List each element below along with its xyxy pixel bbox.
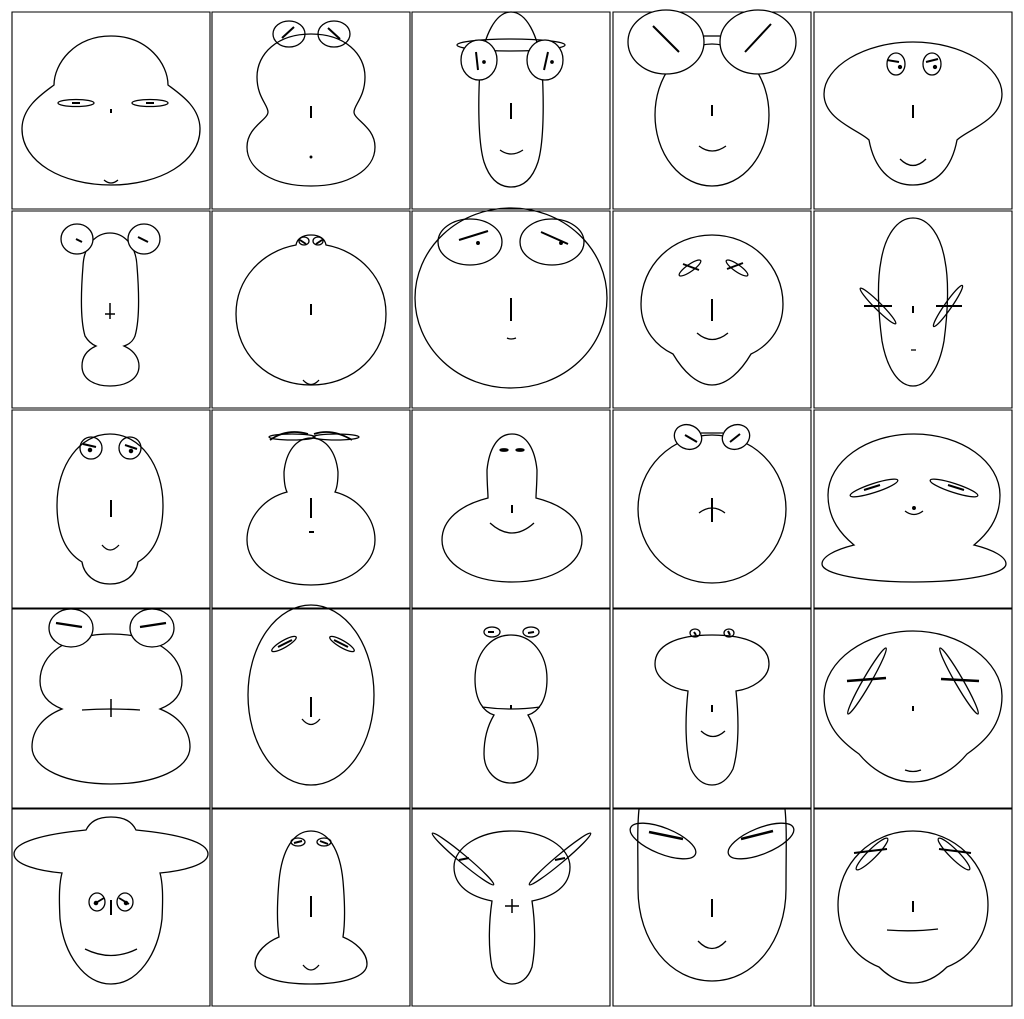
face-r1c2 <box>212 12 410 209</box>
mouth <box>303 965 319 970</box>
face-r1c3 <box>412 12 610 209</box>
left-eye <box>677 258 702 279</box>
right-eye <box>929 476 979 500</box>
right-pupil <box>934 66 937 69</box>
face-r3c2 <box>212 410 410 608</box>
mouth <box>701 731 725 737</box>
left-brow <box>294 841 302 843</box>
left-eye <box>626 816 701 866</box>
face-r5c4 <box>613 809 811 1006</box>
left-brow <box>847 678 886 681</box>
face-r2c1 <box>12 211 210 408</box>
face-r3c4 <box>613 410 811 608</box>
left-brow <box>278 640 292 647</box>
mouth <box>905 511 923 515</box>
face-r1c4 <box>613 10 811 209</box>
head-outline <box>479 12 543 187</box>
left-eye <box>49 609 93 647</box>
face-r5c5 <box>814 809 1012 1006</box>
mouth <box>490 523 534 533</box>
right-brow <box>316 240 322 244</box>
face-r4c1 <box>12 609 210 808</box>
face-r4c2 <box>212 605 410 808</box>
right-eye <box>130 609 174 647</box>
right-eye <box>527 40 563 80</box>
mouth <box>85 949 137 956</box>
face-r3c1 <box>12 410 210 608</box>
face-r5c1 <box>12 809 210 1006</box>
face-r1c1 <box>12 12 210 209</box>
right-brow <box>320 841 328 844</box>
right-brow <box>939 849 971 853</box>
right-brow <box>334 640 348 647</box>
left-eye <box>273 21 305 47</box>
head-outline <box>878 218 947 386</box>
face-r4c5 <box>814 609 1012 808</box>
left-pupil <box>88 448 91 451</box>
left-pupil <box>94 901 97 904</box>
left-eye <box>461 40 497 80</box>
right-eye <box>119 437 141 459</box>
left-pupil <box>899 66 902 69</box>
face-r3c3 <box>412 410 610 608</box>
right-brow <box>555 858 565 860</box>
mouth <box>500 150 523 154</box>
head-outline <box>248 605 374 785</box>
mouth <box>900 159 926 166</box>
left-brow <box>887 60 899 62</box>
right-pupil <box>129 449 132 452</box>
mouth <box>302 719 320 725</box>
left-brow <box>459 231 488 240</box>
mouth <box>698 941 726 949</box>
left-pupil <box>483 61 485 63</box>
right-brow <box>528 632 534 633</box>
mouth <box>697 333 728 340</box>
left-eye <box>849 476 899 500</box>
mouth <box>507 338 516 339</box>
face-r3c5 <box>814 410 1012 608</box>
left-pupil <box>477 242 480 245</box>
right-eye <box>923 53 941 75</box>
right-pupil <box>551 61 553 63</box>
left-brow <box>694 632 696 635</box>
mouth <box>310 156 312 158</box>
face-r2c3 <box>412 208 610 408</box>
left-eye <box>887 53 905 75</box>
right-brow <box>926 59 938 62</box>
mouth <box>699 146 726 151</box>
left-brow <box>83 444 96 447</box>
chernoff-faces-grid <box>0 0 1024 1019</box>
right-brow <box>125 445 137 449</box>
face-r4c3 <box>412 609 610 808</box>
face-r1c5 <box>814 12 1012 209</box>
right-brow <box>728 631 730 635</box>
nose <box>913 507 916 510</box>
left-brow <box>459 858 469 860</box>
face-r5c3 <box>412 809 610 1006</box>
right-pupil <box>124 901 127 904</box>
panel-frame <box>12 211 210 408</box>
mouth <box>104 180 118 183</box>
right-pupil <box>560 242 563 245</box>
right-brow <box>941 679 979 681</box>
mouth <box>905 770 921 772</box>
mouth <box>303 380 319 385</box>
face-r2c4 <box>613 211 811 408</box>
right-eye <box>720 10 796 74</box>
left-brow <box>300 240 306 244</box>
right-brow <box>741 831 773 839</box>
face-r4c4 <box>613 609 811 808</box>
left-eye <box>628 10 704 74</box>
mouth <box>102 545 119 550</box>
face-r5c2 <box>212 809 410 1006</box>
face-r2c5 <box>814 211 1012 408</box>
right-eye <box>724 816 799 866</box>
face-r2c2 <box>212 211 410 408</box>
mouth <box>887 929 938 931</box>
right-brow <box>541 232 568 244</box>
left-eye <box>438 219 502 265</box>
right-eye <box>520 219 584 265</box>
